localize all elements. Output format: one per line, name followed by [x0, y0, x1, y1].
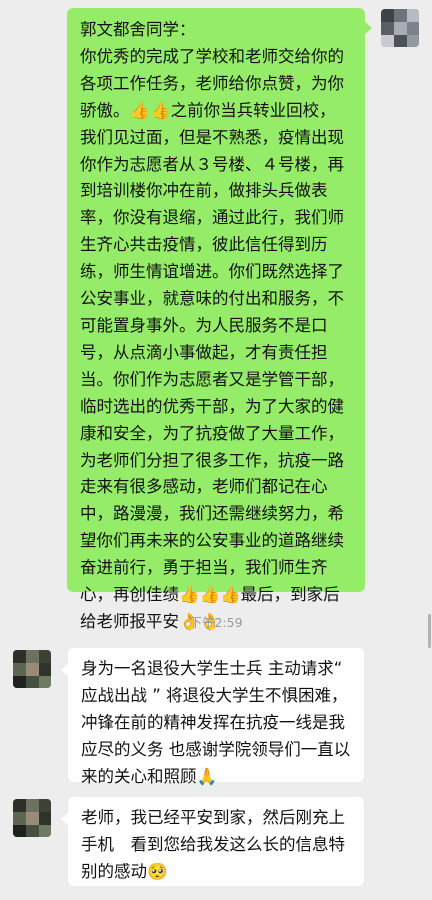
message-timestamp: 下午2:59 [189, 615, 243, 630]
chat-scrollbar[interactable] [428, 614, 431, 648]
sent-bubble-tail [365, 22, 372, 34]
my-avatar[interactable] [381, 9, 419, 47]
received-message-bubble[interactable]: 身为一名退役大学生士兵 主动请求“ 应战出战 ” 将退役大学生不惧困难，冲锋在前… [68, 648, 364, 786]
contact-avatar[interactable] [13, 650, 51, 688]
received-message-bubble[interactable]: 老师，我已经平安到家，然后刚充上手机 看到您给我发这么长的信息特别的感动🥺 [68, 797, 364, 886]
received-bubble-tail [61, 813, 68, 825]
contact-avatar[interactable] [13, 799, 51, 837]
received-bubble-tail [61, 664, 68, 676]
sent-message-bubble[interactable]: 郭文都舍同学： 你优秀的完成了学校和老师交给你的各项工作任务，老师给你点赞，为你… [67, 8, 365, 631]
